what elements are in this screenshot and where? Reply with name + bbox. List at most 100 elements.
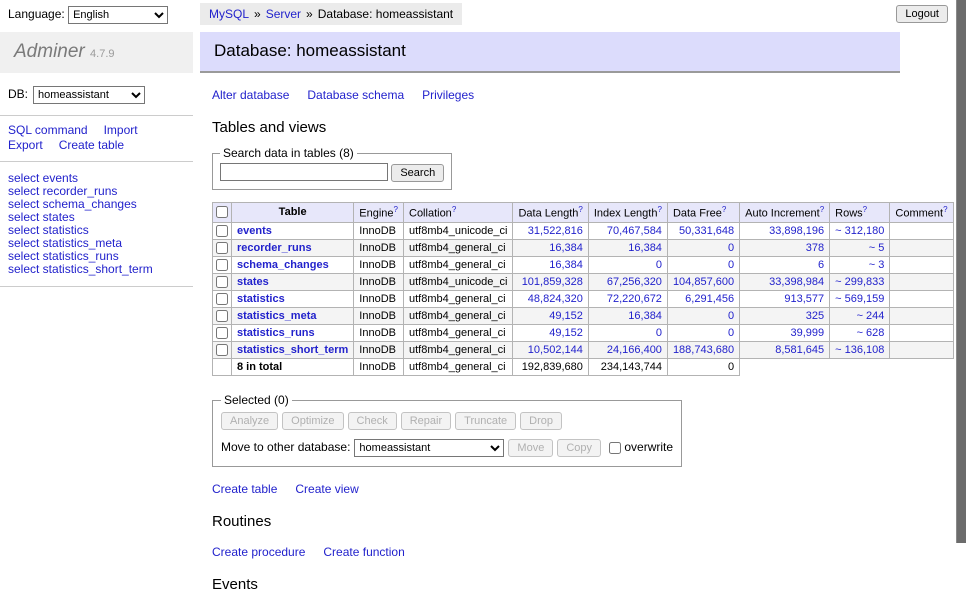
index-length-link[interactable]: 0 — [656, 327, 662, 339]
row-checkbox-statistics-short-term[interactable] — [216, 344, 228, 356]
row-checkbox-schema-changes[interactable] — [216, 259, 228, 271]
help-link[interactable]: ? — [820, 205, 824, 214]
rows-link[interactable]: ~ 312,180 — [835, 225, 884, 237]
data-free-link[interactable]: 104,857,600 — [673, 276, 734, 288]
link-alter-database[interactable]: Alter database — [212, 88, 289, 102]
check-button[interactable]: Check — [348, 412, 397, 430]
data-free-link[interactable]: 6,291,456 — [685, 293, 734, 305]
data-free-link[interactable]: 0 — [728, 242, 734, 254]
total-label-cell: 8 in total — [232, 359, 354, 376]
overwrite-checkbox[interactable] — [609, 442, 621, 454]
table-link-statistics-short-term[interactable]: statistics_short_term — [237, 344, 348, 356]
data-free-link[interactable]: 0 — [728, 327, 734, 339]
data-length-link[interactable]: 16,384 — [549, 259, 583, 271]
data-free-link[interactable]: 188,743,680 — [673, 344, 734, 356]
row-checkbox-statistics-runs[interactable] — [216, 327, 228, 339]
logout-button[interactable]: Logout — [896, 5, 948, 23]
help-link[interactable]: ? — [657, 205, 661, 214]
help-link[interactable]: ? — [452, 205, 456, 214]
rows-link[interactable]: ~ 136,108 — [835, 344, 884, 356]
sidebar-link-import[interactable]: Import — [104, 123, 138, 137]
table-link-statistics[interactable]: statistics — [237, 293, 285, 305]
link-create-table[interactable]: Create table — [212, 482, 277, 496]
sidebar-link-export[interactable]: Export — [8, 138, 43, 152]
auto-increment-link[interactable]: 8,581,645 — [775, 344, 824, 356]
link-create-function[interactable]: Create function — [323, 545, 404, 559]
link-database-schema[interactable]: Database schema — [307, 88, 404, 102]
auto-increment-link[interactable]: 913,577 — [784, 293, 824, 305]
help-link[interactable]: ? — [578, 205, 582, 214]
data-free-link[interactable]: 0 — [728, 259, 734, 271]
table-link-events[interactable]: events — [237, 225, 272, 237]
drop-button[interactable]: Drop — [520, 412, 562, 430]
breadcrumb-link-mysql[interactable]: MySQL — [209, 7, 249, 21]
rows-link[interactable]: ~ 3 — [869, 259, 885, 271]
move-db-select[interactable]: homeassistant — [354, 439, 504, 457]
row-checkbox-statistics-meta[interactable] — [216, 310, 228, 322]
analyze-button[interactable]: Analyze — [221, 412, 278, 430]
auto-increment-link[interactable]: 6 — [818, 259, 824, 271]
data-length-link[interactable]: 48,824,320 — [528, 293, 583, 305]
index-length-link[interactable]: 72,220,672 — [607, 293, 662, 305]
move-button[interactable]: Move — [508, 439, 553, 457]
db-select[interactable]: homeassistant — [33, 86, 145, 104]
copy-button[interactable]: Copy — [557, 439, 601, 457]
select-all-checkbox[interactable] — [216, 206, 228, 218]
help-link[interactable]: ? — [943, 205, 947, 214]
table-link-schema-changes[interactable]: schema_changes — [237, 259, 329, 271]
data-free-cell: 0 — [667, 239, 739, 256]
auto-increment-link[interactable]: 325 — [806, 310, 824, 322]
row-checkbox-statistics[interactable] — [216, 293, 228, 305]
auto-increment-link[interactable]: 33,398,984 — [769, 276, 824, 288]
search-input[interactable] — [220, 163, 388, 181]
table-link-recorder-runs[interactable]: recorder_runs — [237, 242, 312, 254]
auto-increment-link[interactable]: 33,898,196 — [769, 225, 824, 237]
row-checkbox-events[interactable] — [216, 225, 228, 237]
table-link-statistics-meta[interactable]: statistics_meta — [237, 310, 317, 322]
index-length-link[interactable]: 67,256,320 — [607, 276, 662, 288]
data-free-link[interactable]: 50,331,648 — [679, 225, 734, 237]
data-length-cell: 49,152 — [513, 325, 588, 342]
data-length-link[interactable]: 101,859,328 — [522, 276, 583, 288]
rows-link[interactable]: ~ 569,159 — [835, 293, 884, 305]
data-length-link[interactable]: 49,152 — [549, 310, 583, 322]
sidebar-link-sql-command[interactable]: SQL command — [8, 123, 88, 137]
rows-link[interactable]: ~ 299,833 — [835, 276, 884, 288]
data-free-link[interactable]: 0 — [728, 310, 734, 322]
auto-increment-link[interactable]: 39,999 — [791, 327, 825, 339]
index-length-link[interactable]: 0 — [656, 259, 662, 271]
data-length-link[interactable]: 31,522,816 — [528, 225, 583, 237]
scrollbar-thumb[interactable] — [956, 0, 966, 543]
search-button[interactable]: Search — [391, 164, 444, 182]
row-checkbox-recorder-runs[interactable] — [216, 242, 228, 254]
table-link-states[interactable]: states — [237, 276, 269, 288]
auto-increment-link[interactable]: 378 — [806, 242, 824, 254]
link-privileges[interactable]: Privileges — [422, 88, 474, 102]
rows-link[interactable]: ~ 5 — [869, 242, 885, 254]
data-length-link[interactable]: 10,502,144 — [528, 344, 583, 356]
link-create-procedure[interactable]: Create procedure — [212, 545, 305, 559]
index-length-link[interactable]: 24,166,400 — [607, 344, 662, 356]
brand-version: 4.7.9 — [90, 48, 114, 60]
help-link[interactable]: ? — [722, 205, 726, 214]
data-length-link[interactable]: 49,152 — [549, 327, 583, 339]
data-length-link[interactable]: 16,384 — [549, 242, 583, 254]
truncate-button[interactable]: Truncate — [455, 412, 516, 430]
repair-button[interactable]: Repair — [401, 412, 451, 430]
sidebar-select-statistics-short-term[interactable]: select statistics_short_term — [8, 263, 185, 276]
link-create-view[interactable]: Create view — [295, 482, 358, 496]
index-length-link[interactable]: 16,384 — [628, 242, 662, 254]
help-link[interactable]: ? — [863, 205, 867, 214]
index-length-link[interactable]: 70,467,584 — [607, 225, 662, 237]
rows-link[interactable]: ~ 628 — [857, 327, 885, 339]
table-link-statistics-runs[interactable]: statistics_runs — [237, 327, 315, 339]
move-row: Move to other database:homeassistantMove… — [221, 439, 673, 457]
optimize-button[interactable]: Optimize — [282, 412, 343, 430]
index-length-link[interactable]: 16,384 — [628, 310, 662, 322]
rows-link[interactable]: ~ 244 — [857, 310, 885, 322]
help-link[interactable]: ? — [394, 205, 398, 214]
breadcrumb-link-server[interactable]: Server — [266, 7, 301, 21]
row-checkbox-states[interactable] — [216, 276, 228, 288]
sidebar-link-create-table[interactable]: Create table — [59, 138, 124, 152]
rows-cell: ~ 569,159 — [830, 291, 890, 308]
